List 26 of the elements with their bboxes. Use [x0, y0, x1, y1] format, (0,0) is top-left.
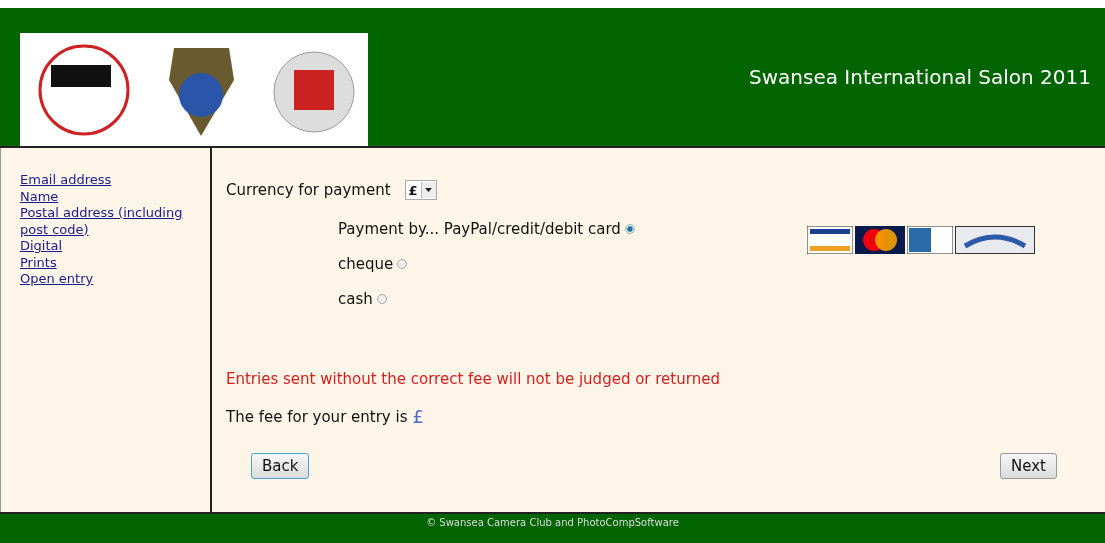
- radio-button[interactable]: [376, 294, 387, 304]
- card-icon: [855, 226, 905, 254]
- card-icon: [807, 226, 853, 254]
- payment-option-label: cheque: [338, 255, 394, 273]
- copyright-text: © Swansea Camera Club and PhotoCompSoftware: [426, 517, 679, 530]
- caret-icon: [425, 188, 433, 192]
- warning-message: Entries sent without the correct fee will not be judged or returned: [226, 370, 721, 388]
- fee-value: £: [412, 406, 424, 427]
- payment-option-label: Payment by... PayPal/credit/debit card: [338, 220, 621, 238]
- sidebar-link[interactable]: Open entry: [20, 271, 210, 288]
- card-icon: [955, 226, 1035, 254]
- sidebar-link[interactable]: Email address: [20, 172, 210, 189]
- sidebar-link[interactable]: Digital: [20, 238, 210, 255]
- radio-button[interactable]: [624, 224, 635, 234]
- currency-label: Currency for payment: [226, 181, 391, 199]
- payment-option-label: cash: [338, 290, 373, 308]
- fee-label: The fee for your entry is: [226, 407, 408, 426]
- radio-button[interactable]: [397, 259, 408, 269]
- card-icon: [907, 226, 953, 254]
- sidebar-link[interactable]: Postal address (including post code): [20, 205, 210, 238]
- currency-select[interactable]: £: [404, 180, 437, 200]
- site-title: Swansea International Salon 2011: [749, 65, 1091, 89]
- next-button[interactable]: Next: [1000, 453, 1057, 479]
- back-button[interactable]: Back: [251, 453, 310, 479]
- sidebar-link[interactable]: Prints: [20, 254, 210, 271]
- sidebar-link[interactable]: Name: [20, 188, 210, 205]
